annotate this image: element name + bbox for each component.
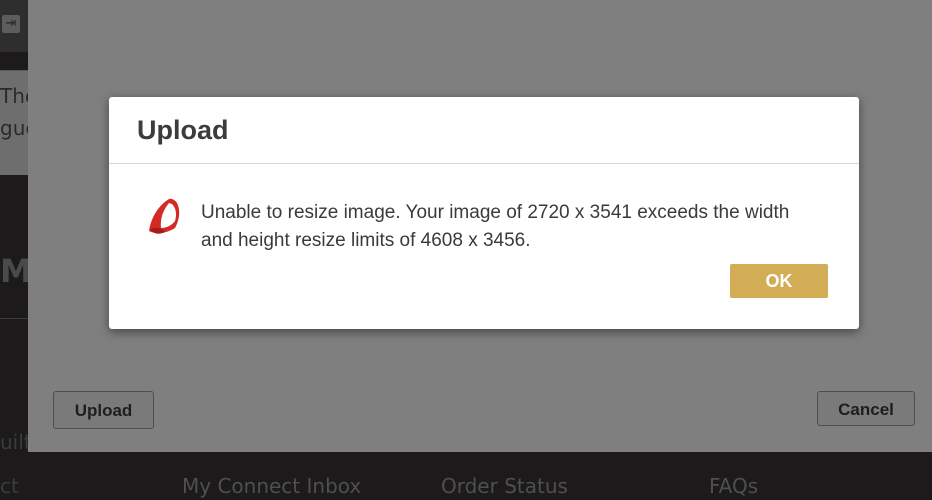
alert-dialog: Upload Unable to resize image. Your imag… [109, 97, 859, 329]
footer-link[interactable]: ct [0, 474, 19, 498]
alert-message: Unable to resize image. Your image of 27… [201, 202, 790, 251]
footer-link-my-connect-inbox[interactable]: My Connect Inbox [182, 474, 361, 498]
ok-button[interactable]: OK [730, 264, 828, 298]
alert-title: Upload [137, 115, 229, 145]
footer-link-faqs[interactable]: FAQs [709, 474, 758, 498]
sign-in-icon[interactable]: ⇥ [2, 15, 20, 33]
error-icon [149, 198, 180, 234]
cancel-button[interactable]: Cancel [817, 391, 915, 426]
divider [0, 318, 30, 319]
divider [109, 163, 859, 164]
upload-button[interactable]: Upload [53, 391, 154, 429]
footer-link-order-status[interactable]: Order Status [441, 474, 568, 498]
